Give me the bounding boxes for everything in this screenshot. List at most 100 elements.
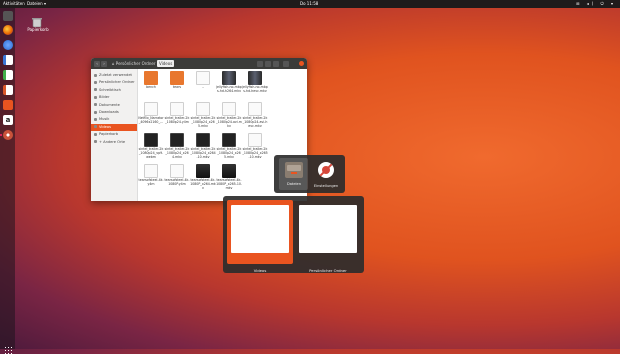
file-item[interactable]: tearsofsteel-4k-1080P.y4m [164,164,190,194]
clock[interactable]: Do 11:58 [300,0,318,8]
trash-label: Papierkorb [27,27,49,32]
file-item[interactable]: tearsofsteel-4k-1080P_x264.mkv [190,164,216,194]
file-name: tearsofsteel-4k.y4m [138,178,164,186]
software-icon[interactable] [3,100,13,110]
file-name: sintel_trailer-2k_1080p24_x265.mkv [216,147,242,159]
sidebar-item[interactable]: Videos [91,123,137,131]
file-item[interactable]: jellyfish-no-mbps-hd-h264.mkv [216,71,242,101]
file-name: sintel_trailer-2k_1080p24_x264-10.mkv [190,147,216,159]
dock: a [0,8,15,354]
video-thumbnail [222,71,236,85]
video-thumbnail [144,133,158,147]
file-item[interactable]: tearsofsteel-4k.y4m [138,164,164,194]
sidebar-item-label: + Andere Orte [99,139,126,144]
sidebar-item-icon [94,140,97,144]
window-label-videos: Videos [253,268,267,273]
file-item[interactable]: sintel_trailer-2k_1080p24_x264-10.mkv [190,133,216,163]
file-name: sintel_trailer-2k_1080p24.avi.mkv [216,116,242,128]
sidebar-item[interactable]: Bilder [91,94,137,101]
sidebar-item[interactable]: Schreibtisch [91,87,137,94]
window-preview [231,205,289,253]
file-name: sintel_trailer-2k_1080p24_vp9.webm [138,147,164,159]
file-item[interactable]: sintel_trailer-2k_1080p24_x265.mkv [191,102,215,132]
activities-button[interactable]: Aktivitäten [3,0,25,8]
terminal-icon[interactable] [3,11,13,21]
file-item[interactable]: tearsofsteel-4k-1080P_x265-10.mkv [216,164,242,194]
file-name: sintel_trailer-2k_1080p24_x265-10.mkv [242,147,268,159]
file-item[interactable]: sintel_trailer-2k_1080p24_vp9.webm [138,133,164,163]
files-icon[interactable] [284,160,304,180]
view-options-icon[interactable] [273,61,279,67]
sidebar-item[interactable]: Dokumente [91,102,137,109]
file-item[interactable]: sintel_trailer-2k_1080p24.y4m [165,102,189,132]
breadcrumb-home[interactable]: ⌂ Persönlicher Ordner [110,60,158,67]
file-item[interactable]: sintel_trailer-2k_1080p24.avi.mkv [216,102,242,132]
file-item[interactable]: jellyfish-no-mbps-hd-hevc.mkv [242,71,268,101]
sidebar-item[interactable]: Musik [91,116,137,123]
sidebar-item-label: Downloads [99,110,119,114]
file-item[interactable]: sintel_trailer-2k_1080p24_x265-10.mkv [242,133,268,163]
file-name: tearsofsteel-4k-1080P.y4m [164,178,190,186]
sidebar-item-label: Musik [99,117,110,122]
view-toggle-icon[interactable] [265,61,271,67]
file-name: – [202,85,204,89]
sidebar-item[interactable]: Zuletzt verwendet [91,72,137,79]
file-item[interactable]: Netflix_Narrator_4096x2160_… [138,102,164,132]
folder-icon [144,71,158,85]
app-label-files: Dateien [286,182,302,186]
trash-icon[interactable] [31,13,43,28]
sidebar-item[interactable]: Papierkorb [91,131,137,138]
firefox-icon[interactable] [3,25,13,35]
file-item[interactable]: – [192,71,214,101]
sidebar-item-label: Videos [99,124,111,129]
sidebar-item-icon [94,73,97,77]
video-thumbnail [248,71,262,85]
sidebar-item-icon [94,125,97,129]
file-item[interactable]: sintel_trailer-2k_1080p24_x265.mkv [216,133,242,163]
sidebar-item-icon [94,117,97,121]
sidebar-item-icon [94,132,97,136]
file-item[interactable]: tears [166,71,188,101]
impress-icon[interactable] [3,85,13,95]
sidebar-item-label: Zuletzt verwendet [99,73,132,77]
file-name: tears [172,85,182,89]
amazon-icon[interactable]: a [3,115,13,125]
sidebar-item[interactable]: + Andere Orte [91,139,137,146]
writer-icon[interactable] [3,55,13,65]
sidebar-item-label: Bilder [99,95,110,100]
sidebar-item-label: Dokumente [99,102,120,107]
window-thumb-home[interactable]: Persönlicher Ordner [295,200,361,273]
app-menu[interactable]: Dateien ▾ [27,0,46,8]
sidebar-item-icon [94,88,97,92]
file-item[interactable]: sintel_trailer-2k_1080p24.avi-hevc.mkv [242,102,268,132]
sidebar-item-label: Persönlicher Ordner [99,80,135,85]
menu-icon[interactable] [283,61,289,67]
forward-button[interactable]: › [101,61,107,67]
file-item[interactable]: sintel_trailer-2k_1080p24_x264.mkv [165,133,189,163]
video-thumbnail [196,133,210,147]
file-name: tearsofsteel-4k-1080P_x265-10.mkv [216,178,242,190]
close-icon[interactable] [299,61,304,66]
sidebar-item[interactable]: Persönlicher Ordner [91,79,137,86]
sidebar: Zuletzt verwendet Persönlicher Ordner Schr… [91,69,138,201]
settings-icon[interactable] [0,130,13,140]
show-applications-icon[interactable] [4,346,12,354]
sidebar-item-label: Schreibtisch [99,87,121,92]
window-thumb-videos[interactable]: Videos [227,200,293,273]
document-icon [144,164,158,178]
top-bar: Aktivitäten Dateien ▾ Do 11:58 ⊞ ◂) ⏻ ▾ [0,0,620,8]
breadcrumb-current[interactable]: Videos [157,60,175,67]
app-label-settings: Einstellungen [313,184,339,188]
system-tray[interactable]: ⊞ ◂) ⏻ ▾ [576,0,616,8]
document-icon [196,102,210,116]
sidebar-item[interactable]: Downloads [91,109,137,116]
search-icon[interactable] [257,61,263,67]
file-name: jellyfish-no-mbps-hd-h264.mkv [216,85,242,93]
thunderbird-icon[interactable] [3,40,13,50]
file-name: sintel_trailer-2k_1080p24.avi-hevc.mkv [242,116,268,128]
file-item[interactable]: bench [140,71,162,101]
back-button[interactable]: ‹ [94,61,100,67]
calc-icon[interactable] [3,70,13,80]
settings-icon[interactable] [316,160,336,180]
document-icon [222,102,236,116]
